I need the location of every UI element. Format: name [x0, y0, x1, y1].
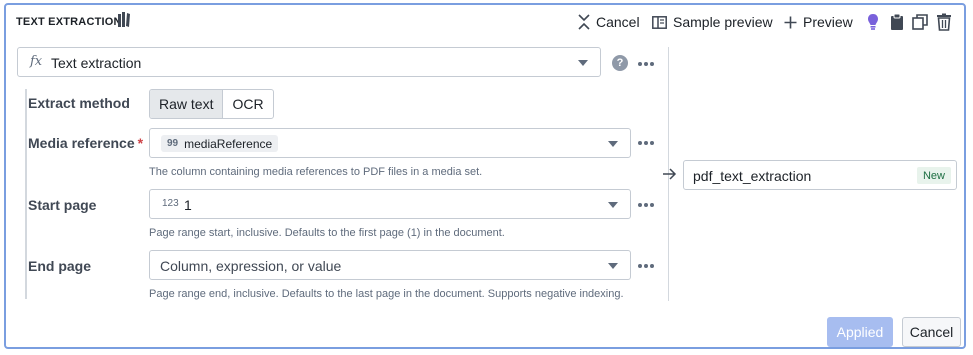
- extract-method-toggle: Raw text OCR: [149, 89, 274, 119]
- ocr-option[interactable]: OCR: [223, 90, 272, 118]
- media-reference-help: The column containing media references t…: [149, 166, 483, 178]
- panel-header: TEXT EXTRACTION Cancel Sample preview Pr…: [6, 5, 964, 39]
- end-page-more-icon[interactable]: [638, 264, 654, 268]
- start-page-input[interactable]: 123 1: [149, 189, 631, 219]
- end-page-placeholder: Column, expression, or value: [160, 258, 342, 274]
- quote-icon: 99: [167, 138, 179, 149]
- output-column-name: pdf_text_extraction: [693, 168, 812, 184]
- chevron-down-icon: [608, 263, 618, 269]
- duplicate-icon[interactable]: [912, 13, 928, 31]
- preview-button[interactable]: Preview: [784, 13, 853, 31]
- preview-label: Preview: [803, 14, 853, 30]
- plus-icon: [784, 16, 797, 28]
- function-name: Text extraction: [51, 55, 142, 71]
- sample-preview-button[interactable]: Sample preview: [652, 13, 773, 31]
- function-more-icon[interactable]: [638, 62, 654, 66]
- arrow-right-icon: [663, 168, 677, 180]
- chevron-down-icon: [578, 60, 588, 66]
- start-page-label: Start page: [28, 197, 97, 213]
- lightbulb-icon[interactable]: [865, 13, 881, 31]
- header-cancel-button[interactable]: Cancel: [578, 13, 640, 31]
- collapse-icon: [578, 14, 590, 30]
- new-badge: New: [916, 167, 951, 184]
- end-page-label: End page: [28, 258, 92, 274]
- fx-icon: fx: [30, 54, 43, 69]
- media-reference-more-icon[interactable]: [638, 141, 654, 145]
- trash-icon[interactable]: [936, 13, 952, 31]
- start-page-help: Page range start, inclusive. Defaults to…: [149, 227, 505, 239]
- library-icon: [118, 12, 130, 27]
- end-page-help: Page range end, inclusive. Defaults to t…: [149, 288, 624, 300]
- column-chip: 99 mediaReference: [161, 135, 279, 152]
- footer-cancel-button[interactable]: Cancel: [902, 317, 961, 347]
- raw-text-option[interactable]: Raw text: [150, 90, 224, 118]
- function-select[interactable]: fx Text extraction: [17, 47, 601, 77]
- header-cancel-label: Cancel: [596, 14, 640, 30]
- chevron-down-icon: [608, 141, 618, 147]
- text-extraction-panel: TEXT EXTRACTION Cancel Sample preview Pr…: [4, 3, 966, 349]
- required-marker: *: [137, 135, 144, 151]
- start-page-value: 1: [184, 197, 192, 213]
- panel-layout-icon: [652, 15, 667, 29]
- chevron-down-icon: [608, 202, 618, 208]
- applied-button[interactable]: Applied: [827, 317, 893, 347]
- params-indent-bar: [25, 89, 27, 299]
- end-page-input[interactable]: Column, expression, or value: [149, 250, 631, 280]
- output-column-input[interactable]: pdf_text_extraction New: [683, 160, 957, 190]
- extract-method-label: Extract method: [28, 95, 130, 111]
- number-type-icon: 123: [162, 198, 179, 209]
- start-page-more-icon[interactable]: [638, 203, 654, 207]
- column-chip-label: mediaReference: [184, 136, 273, 151]
- clipboard-icon[interactable]: [889, 13, 905, 31]
- panel-title: TEXT EXTRACTION: [16, 16, 122, 28]
- sample-preview-label: Sample preview: [673, 14, 773, 30]
- media-reference-label: Media reference *: [28, 135, 143, 151]
- media-reference-label-text: Media reference: [28, 135, 135, 151]
- help-icon[interactable]: ?: [612, 55, 628, 71]
- media-reference-select[interactable]: 99 mediaReference: [149, 128, 631, 158]
